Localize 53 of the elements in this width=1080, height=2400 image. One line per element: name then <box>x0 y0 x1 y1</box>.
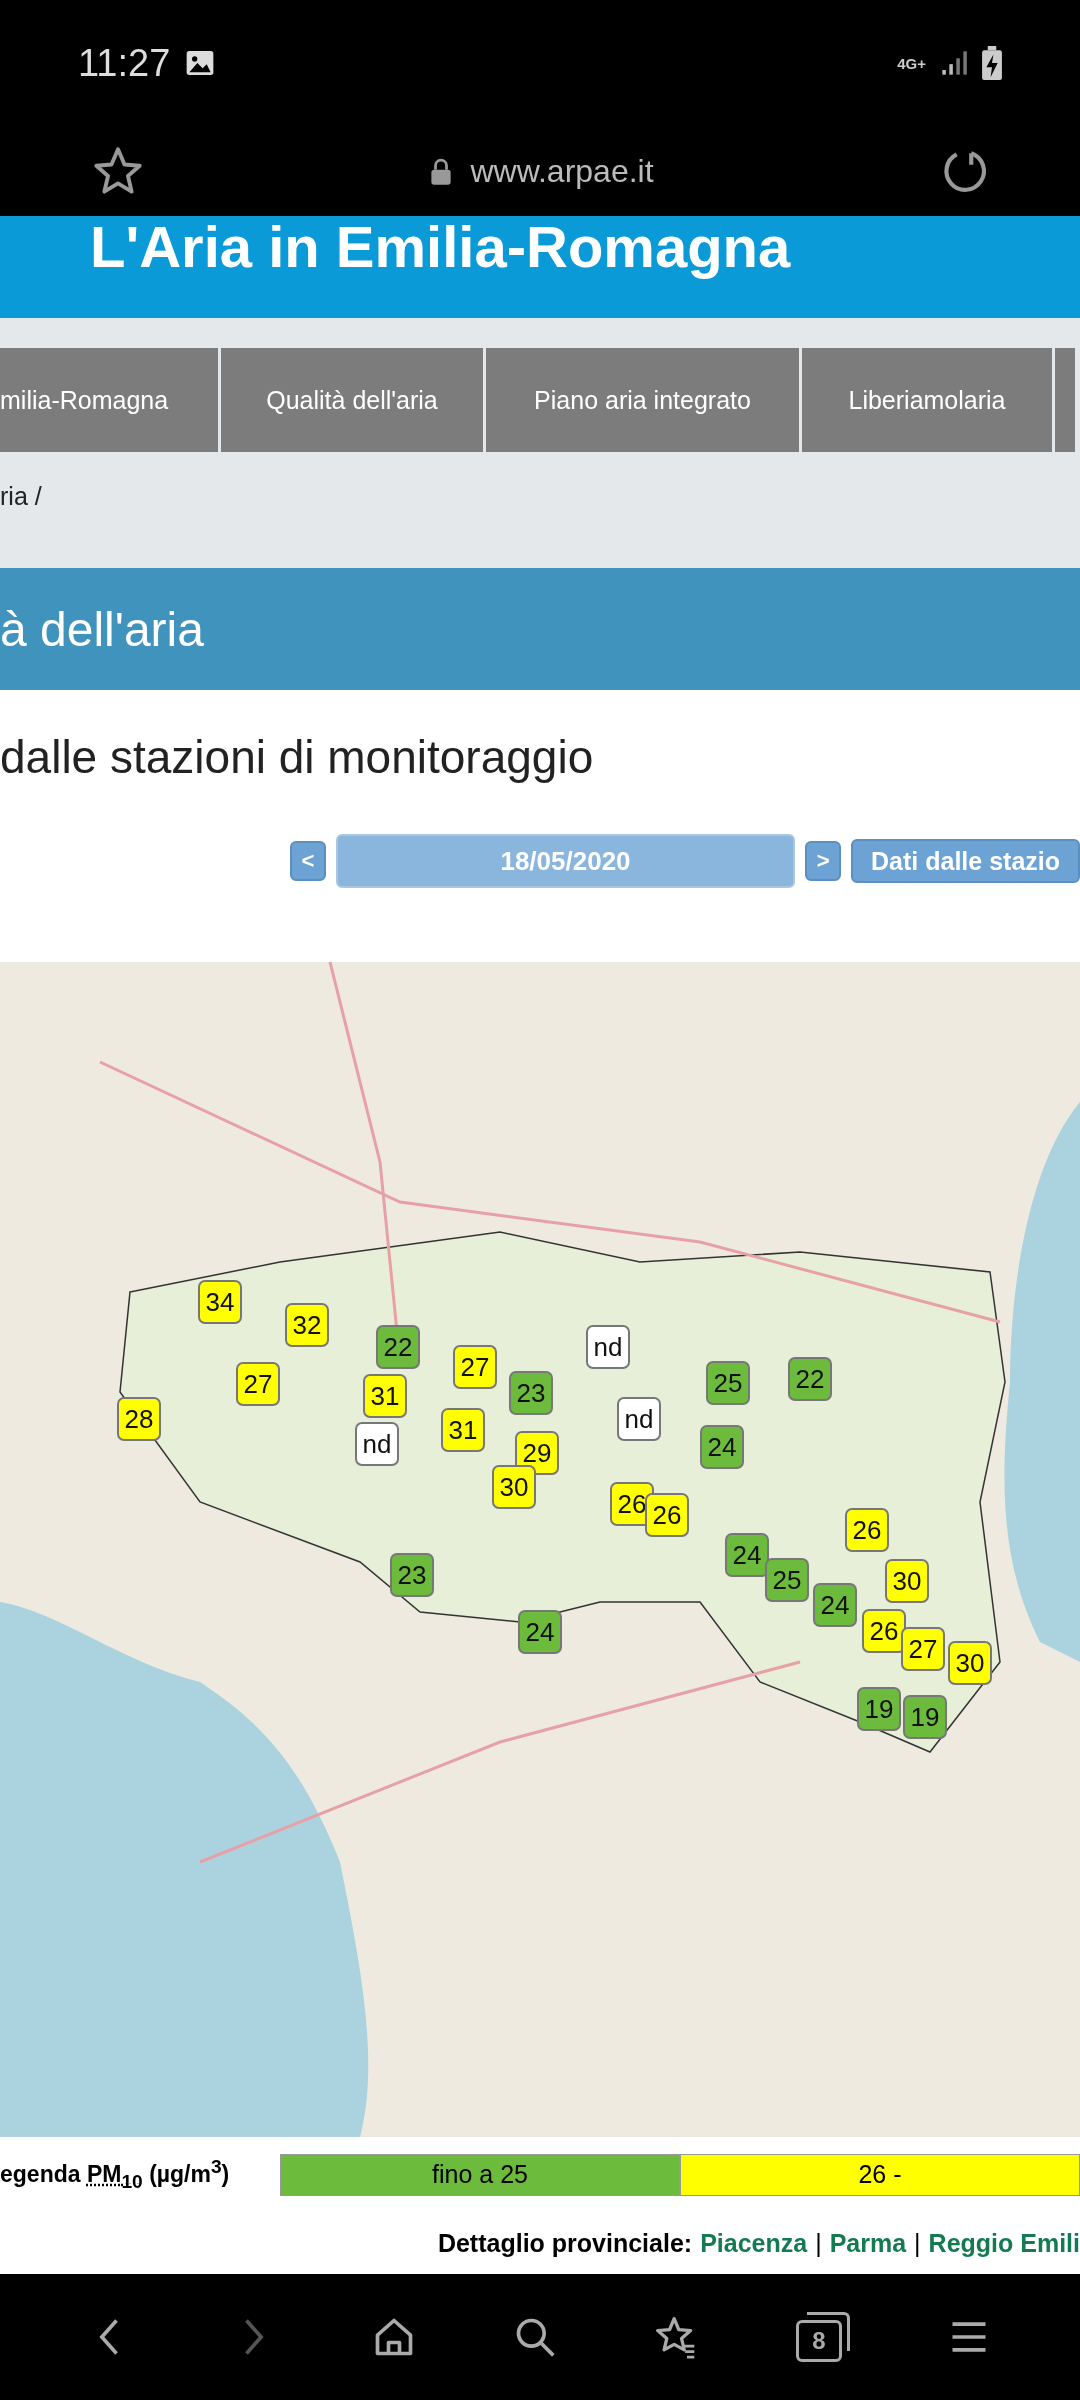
breadcrumb: ria / <box>0 481 43 511</box>
station-marker[interactable]: 32 <box>285 1303 329 1347</box>
star-icon[interactable] <box>92 145 144 197</box>
station-marker[interactable]: 22 <box>788 1357 832 1401</box>
station-marker[interactable]: 26 <box>845 1508 889 1552</box>
station-marker[interactable]: 27 <box>236 1362 280 1406</box>
station-marker[interactable]: 22 <box>376 1325 420 1369</box>
station-marker[interactable]: 30 <box>492 1465 536 1509</box>
link-separator: | <box>914 2228 921 2258</box>
station-marker[interactable]: 28 <box>117 1397 161 1441</box>
station-marker[interactable]: nd <box>617 1397 661 1441</box>
station-marker[interactable]: 25 <box>706 1361 750 1405</box>
station-marker[interactable]: 27 <box>453 1345 497 1389</box>
province-link[interactable]: Reggio Emili <box>928 2228 1080 2258</box>
nav-tab[interactable]: Piano aria integrato <box>486 348 799 452</box>
station-marker[interactable]: 19 <box>857 1687 901 1731</box>
station-marker[interactable]: 30 <box>885 1559 929 1603</box>
legend-range: 26 - <box>680 2153 1080 2196</box>
station-marker[interactable]: 19 <box>903 1695 947 1739</box>
station-marker[interactable]: 25 <box>765 1558 809 1602</box>
nav-tab[interactable]: Qualità dell'aria <box>221 348 483 452</box>
station-marker[interactable]: 24 <box>813 1583 857 1627</box>
page-title: à dell'aria <box>0 601 204 657</box>
province-link[interactable]: Parma <box>829 2228 907 2258</box>
site-title: L'Aria in Emilia-Romagna <box>89 216 791 278</box>
station-marker[interactable]: 24 <box>725 1533 769 1577</box>
legend-title: egenda PM$_{10}$ (µg/m$^{3}$) <box>0 2156 230 2193</box>
lock-icon <box>430 157 453 185</box>
station-marker[interactable]: 30 <box>948 1641 992 1685</box>
nav-tab[interactable]: milia-Romagna <box>0 348 218 452</box>
battery-icon <box>982 46 1002 80</box>
station-marker[interactable]: 23 <box>390 1553 434 1597</box>
station-marker[interactable]: nd <box>355 1422 399 1466</box>
provinces-label: Dettaglio provinciale: <box>437 2228 693 2258</box>
station-marker[interactable]: 26 <box>645 1493 689 1537</box>
station-marker[interactable]: 26 <box>862 1609 906 1653</box>
station-marker[interactable]: 29 <box>515 1431 559 1475</box>
province-link[interactable]: Piacenza <box>700 2228 808 2258</box>
link-separator: | <box>815 2228 822 2258</box>
status-time: 11:27 <box>78 41 171 85</box>
station-marker[interactable]: 31 <box>441 1408 485 1452</box>
station-marker[interactable]: 24 <box>518 1610 562 1654</box>
section-title: dalle stazioni di monitoraggio <box>0 730 595 784</box>
station-marker[interactable]: 27 <box>901 1627 945 1671</box>
station-marker[interactable]: 34 <box>198 1280 242 1324</box>
station-marker[interactable]: 23 <box>509 1371 553 1415</box>
station-marker[interactable]: 31 <box>363 1374 407 1418</box>
url-text[interactable]: www.arpae.it <box>470 152 654 190</box>
legend-range: fino a 25 <box>280 2153 680 2196</box>
nav-tab[interactable]: Liberiamolaria <box>802 348 1052 452</box>
station-marker[interactable]: nd <box>586 1325 630 1369</box>
network-type: 4G+ <box>897 54 926 72</box>
station-marker[interactable]: 24 <box>700 1425 744 1469</box>
